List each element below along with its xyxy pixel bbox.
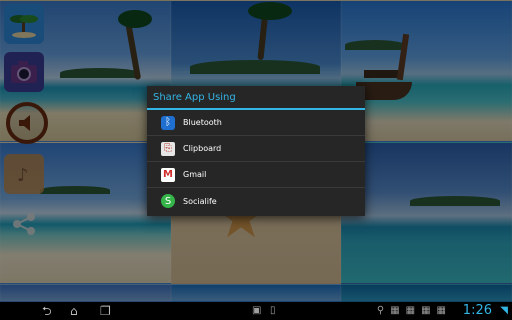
dialog-title: Share App Using <box>147 86 365 110</box>
back-icon[interactable]: ⮌ <box>42 303 52 319</box>
screenshot-icon[interactable]: ▯ <box>270 303 276 319</box>
share-option-bluetooth[interactable]: ᛒ Bluetooth <box>147 110 365 136</box>
share-option-label: Bluetooth <box>183 118 222 127</box>
share-option-socialife[interactable]: S Socialife <box>147 188 365 214</box>
notification-icons[interactable]: ⚲▦▦▦▦ <box>377 305 452 316</box>
system-bar: ⮌ ⌂ ❐ ▣ ▯ ⚲▦▦▦▦ 1:26 ◥ <box>0 302 512 320</box>
share-app-list: ᛒ Bluetooth ⎘ Clipboard M Gmail S Social… <box>147 110 365 214</box>
wifi-signal-icon[interactable]: ◥ <box>500 305 508 316</box>
recent-apps-icon[interactable]: ❐ <box>100 303 111 319</box>
menu-icon[interactable]: ▣ <box>252 303 261 319</box>
share-dialog: Share App Using ᛒ Bluetooth ⎘ Clipboard … <box>147 86 365 216</box>
status-clock[interactable]: 1:26 <box>463 303 492 318</box>
share-option-clipboard[interactable]: ⎘ Clipboard <box>147 136 365 162</box>
socialife-icon: S <box>161 194 175 208</box>
home-icon[interactable]: ⌂ <box>70 303 78 319</box>
share-option-gmail[interactable]: M Gmail <box>147 162 365 188</box>
bluetooth-icon: ᛒ <box>161 115 175 130</box>
share-option-label: Gmail <box>183 170 207 179</box>
gmail-icon: M <box>161 167 175 182</box>
share-option-label: Socialife <box>183 196 217 206</box>
clipboard-icon: ⎘ <box>161 141 175 156</box>
share-option-label: Clipboard <box>183 144 222 153</box>
